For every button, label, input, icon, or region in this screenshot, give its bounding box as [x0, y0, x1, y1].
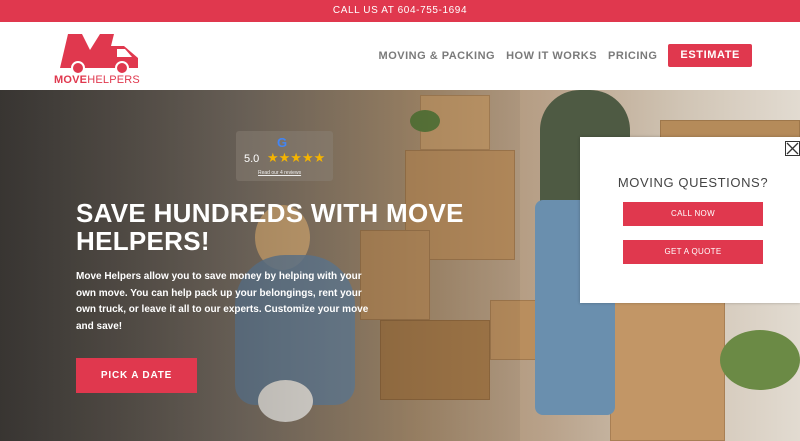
google-review-badge[interactable]: G 5.0 ★★★★★ Read our 4 reviews: [236, 131, 333, 181]
get-a-quote-button[interactable]: GET A QUOTE: [623, 240, 763, 264]
google-g-icon: G: [277, 135, 288, 150]
nav-moving-packing[interactable]: MOVING & PACKING: [379, 50, 496, 62]
site-header: MOVEHELPERS MOVING & PACKING HOW IT WORK…: [0, 22, 800, 90]
star-rating-icon: ★★★★★: [267, 150, 326, 165]
estimate-button[interactable]: ESTIMATE: [668, 44, 752, 67]
hero-subtext: Move Helpers allow you to save money by …: [76, 271, 369, 332]
move-helpers-logo[interactable]: MOVEHELPERS: [54, 28, 146, 88]
read-reviews-link[interactable]: Read our 4 reviews: [258, 170, 301, 176]
hero-headline: SAVE HUNDREDS WITH MOVE HELPERS!: [76, 198, 464, 256]
main-nav: MOVING & PACKING HOW IT WORKS PRICING ES…: [368, 44, 752, 67]
logo-wordmark: MOVEHELPERS: [54, 74, 140, 86]
close-icon[interactable]: [785, 141, 800, 156]
nav-pricing[interactable]: PRICING: [608, 50, 657, 62]
top-call-bar[interactable]: CALL US AT 604-755-1694: [0, 0, 800, 22]
truck-m-logo-icon: [60, 34, 138, 74]
moving-questions-popup: MOVING QUESTIONS? CALL NOW GET A QUOTE: [580, 137, 800, 303]
review-rating: 5.0: [244, 153, 260, 165]
nav-how-it-works[interactable]: HOW IT WORKS: [506, 50, 597, 62]
call-now-button[interactable]: CALL NOW: [623, 202, 763, 226]
pick-a-date-button[interactable]: PICK A DATE: [76, 358, 197, 393]
popup-title: MOVING QUESTIONS?: [617, 175, 769, 190]
